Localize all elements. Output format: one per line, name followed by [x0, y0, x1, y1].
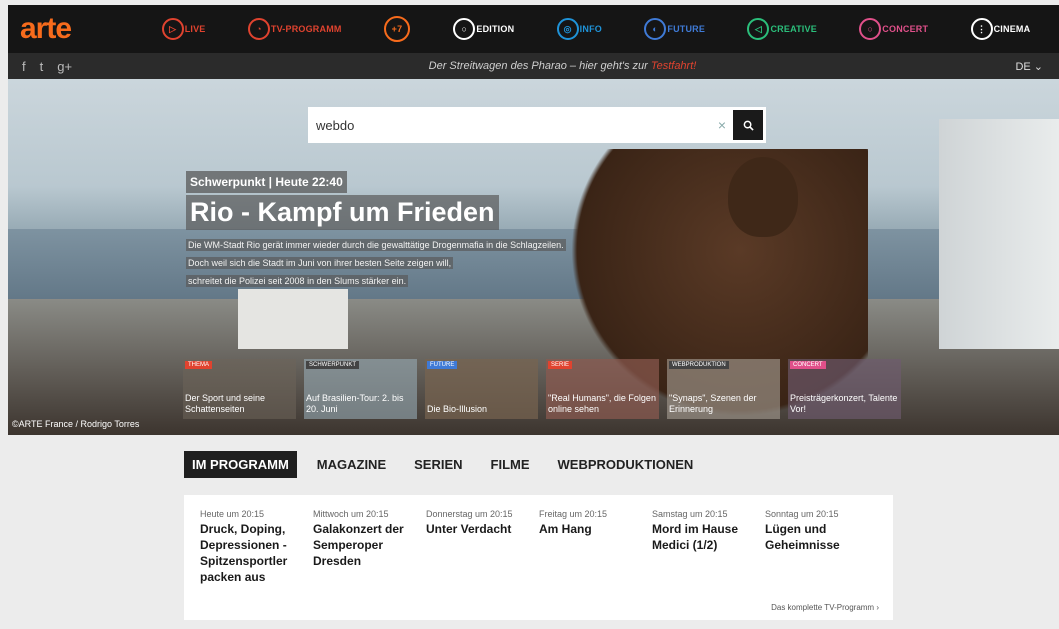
tab-webproduktionen[interactable]: WEBPRODUKTIONEN [550, 451, 702, 478]
program-panel: Heute um 20:15 Druck, Doping, Depression… [184, 495, 893, 620]
card-tag: CONCERT [790, 361, 826, 369]
tab-filme[interactable]: FILME [483, 451, 538, 478]
teaser-card[interactable]: SERIE "Real Humans", die Folgen online s… [546, 359, 659, 419]
sub-bar: f t g+ Der Streitwagen des Pharao – hier… [8, 53, 1059, 79]
nav-live[interactable]: ▷ LIVE [161, 18, 206, 40]
film-reel-icon: ⋮ [970, 18, 993, 40]
hero-tower [939, 119, 1059, 349]
program-time: Mittwoch um 20:15 [313, 509, 389, 519]
nav-edition[interactable]: ○ EDITION [452, 18, 514, 40]
program-day[interactable]: Sonntag um 20:15 Lügen und Geheimnisse [765, 509, 873, 553]
top-navigation: arte ▷ LIVE ◔ TV-PROGRAMM +7 ○ EDITION ◎… [8, 5, 1059, 53]
full-program-link[interactable]: Das komplette TV-Programm › [771, 603, 879, 612]
program-day[interactable]: Heute um 20:15 Druck, Doping, Depression… [200, 509, 308, 585]
teaser-banner: Der Streitwagen des Pharao – hier geht's… [428, 60, 697, 72]
clock-icon: ◔ [247, 18, 270, 40]
program-time: Freitag um 20:15 [539, 509, 608, 519]
hero-kicker: Schwerpunkt | Heute 22:40 [186, 171, 347, 193]
program-title: Druck, Doping, Depressionen - Spitzenspo… [200, 522, 288, 584]
program-title: Mord im Hause Medici (1/2) [652, 522, 739, 552]
triangle-icon: ◁ [747, 18, 770, 40]
nav-cinema[interactable]: ⋮ CINEMA [970, 18, 1031, 40]
circle-icon: ○ [453, 18, 476, 40]
card-tag: THEMA [185, 361, 212, 369]
card-title: Preisträgerkonzert, Talente Vor! [790, 393, 898, 414]
nav-concert[interactable]: ○ CONCERT [858, 18, 928, 40]
program-time: Donnerstag um 20:15 [426, 509, 513, 519]
card-title: Die Bio-Illusion [427, 404, 488, 414]
hero-banner[interactable]: × Schwerpunkt | Heute 22:40 Rio - Kampf … [8, 79, 1059, 435]
search-icon [743, 120, 754, 131]
hero-person-head [728, 157, 798, 237]
tab-serien[interactable]: SERIEN [406, 451, 470, 478]
nav-future[interactable]: ◐ FUTURE [643, 18, 705, 40]
teaser-link[interactable]: Testfahrt! [651, 60, 696, 72]
program-day[interactable]: Donnerstag um 20:15 Unter Verdacht [426, 509, 534, 537]
arte-logo[interactable]: arte [20, 12, 140, 46]
card-title: "Synaps", Szenen der Erinnerung [669, 393, 757, 414]
card-title: Auf Brasilien-Tour: 2. bis 20. Juni [306, 393, 404, 414]
card-tag: FUTURE [427, 361, 458, 369]
chevron-down-icon: ⌄ [1033, 60, 1043, 73]
google-plus-icon[interactable]: g+ [57, 59, 72, 74]
photo-credit: ©ARTE France / Rodrigo Torres [12, 419, 140, 429]
card-title: Der Sport und seine Schattenseiten [185, 393, 266, 414]
future-icon: ◐ [644, 18, 667, 40]
hero-title[interactable]: Rio - Kampf um Frieden [186, 195, 499, 230]
card-tag: WEBPRODUKTION [669, 361, 729, 369]
chevron-right-icon: › [876, 603, 879, 612]
page: arte ▷ LIVE ◔ TV-PROGRAMM +7 ○ EDITION ◎… [8, 5, 1059, 629]
concert-icon: ○ [859, 18, 882, 40]
program-day[interactable]: Samstag um 20:15 Mord im Hause Medici (1… [652, 509, 760, 553]
nav-creative[interactable]: ◁ CREATIVE [746, 18, 817, 40]
spiral-icon: ◎ [556, 18, 579, 40]
play-icon: ▷ [161, 18, 184, 40]
program-day[interactable]: Freitag um 20:15 Am Hang [539, 509, 647, 537]
clear-icon[interactable]: × [711, 117, 733, 133]
program-title: Am Hang [539, 522, 592, 536]
search-box: × [308, 107, 766, 143]
card-tag: SERIE [548, 361, 573, 369]
teaser-card[interactable]: THEMA Der Sport und seine Schattenseiten [183, 359, 296, 419]
program-title: Galakonzert der Semperoper Dresden [313, 522, 404, 568]
teaser-card[interactable]: CONCERT Preisträgerkonzert, Talente Vor! [788, 359, 901, 419]
social-links: f t g+ [22, 59, 142, 74]
program-title: Unter Verdacht [426, 522, 512, 536]
card-tag: SCHWERPUNKT [306, 361, 360, 369]
tab-magazine[interactable]: MAGAZINE [309, 451, 394, 478]
program-time: Heute um 20:15 [200, 509, 265, 519]
language-selector[interactable]: DE ⌄ [983, 60, 1043, 73]
search-button[interactable] [733, 110, 763, 140]
search-input[interactable] [308, 107, 711, 143]
hero-cards: THEMA Der Sport und seine Schattenseiten… [183, 359, 901, 419]
card-title: "Real Humans", die Folgen online sehen [548, 393, 656, 414]
facebook-icon[interactable]: f [22, 59, 26, 74]
nav-info[interactable]: ◎ INFO [556, 18, 602, 40]
content-tabs: IM PROGRAMM MAGAZINE SERIEN FILME WEBPRO… [184, 451, 713, 478]
program-time: Sonntag um 20:15 [765, 509, 839, 519]
nav-plus7[interactable]: +7 [383, 16, 411, 42]
nav-tv-programm[interactable]: ◔ TV-PROGRAMM [247, 18, 342, 40]
program-day[interactable]: Mittwoch um 20:15 Galakonzert der Semper… [313, 509, 421, 569]
tab-im-programm[interactable]: IM PROGRAMM [184, 451, 297, 478]
program-title: Lügen und Geheimnisse [765, 522, 840, 552]
twitter-icon[interactable]: t [40, 59, 44, 74]
hero-building [238, 289, 348, 349]
teaser-card[interactable]: SCHWERPUNKT Auf Brasilien-Tour: 2. bis 2… [304, 359, 417, 419]
teaser-card[interactable]: FUTURE Die Bio-Illusion [425, 359, 538, 419]
program-time: Samstag um 20:15 [652, 509, 728, 519]
teaser-card[interactable]: WEBPRODUKTION "Synaps", Szenen der Erinn… [667, 359, 780, 419]
hero-description: Die WM-Stadt Rio gerät immer wieder durc… [186, 239, 566, 287]
